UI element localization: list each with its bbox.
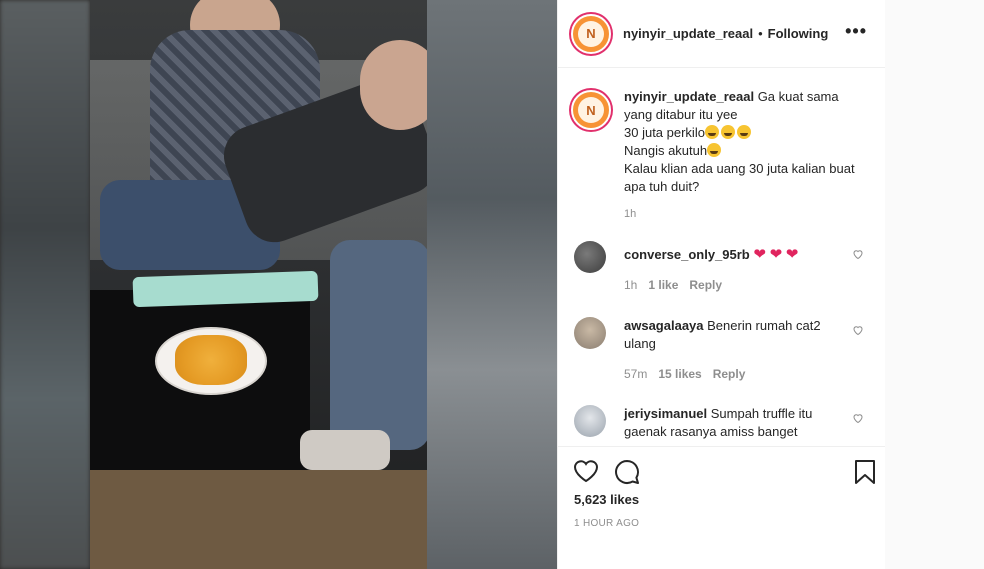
crying-emoji-icon — [720, 125, 735, 139]
like-comment-heart-icon[interactable] — [852, 412, 864, 424]
post-panel: N nyinyir_update_reaal • Following ••• N… — [557, 0, 886, 569]
avatar-initial: N — [578, 20, 604, 47]
header-username[interactable]: nyinyir_update_reaal — [623, 26, 753, 41]
save-bookmark-icon[interactable] — [854, 459, 876, 485]
comments-list[interactable]: N nyinyir_update_reaal Ga kuat sama yang… — [558, 69, 886, 446]
video-second-person-legs — [330, 240, 430, 450]
header-separator: • — [758, 26, 763, 41]
reply-button[interactable]: Reply — [713, 365, 746, 383]
comment-avatar[interactable] — [574, 405, 606, 437]
page-gutter — [885, 0, 984, 569]
caption-body: nyinyir_update_reaal Ga kuat sama yang d… — [624, 88, 864, 223]
heart-emoji-icon: ❤ — [769, 246, 783, 263]
crying-emoji-icon — [736, 125, 751, 139]
crying-emoji-icon — [704, 125, 719, 139]
caption-time[interactable]: 1h — [624, 205, 864, 223]
caption-username[interactable]: nyinyir_update_reaal — [624, 89, 754, 104]
like-heart-icon[interactable] — [573, 459, 599, 483]
comment-body: jeriysimanuel Sumpah truffle itu gaenak … — [624, 405, 839, 441]
video-food — [175, 335, 247, 385]
post-caption: N nyinyir_update_reaal Ga kuat sama yang… — [558, 69, 886, 223]
caption-line-2: 30 juta perkilo — [624, 125, 705, 140]
like-comment-heart-icon[interactable] — [852, 248, 864, 260]
comment-meta: 1h 1 like Reply — [624, 276, 839, 294]
comment-time[interactable]: 57m — [624, 365, 647, 383]
comment-likes[interactable]: 1 like — [648, 276, 678, 294]
caption-line-3: Nangis akutuh — [624, 143, 708, 158]
heart-emoji-icon: ❤ — [753, 246, 766, 263]
caption-line-4: Kalau klian ada uang 30 juta kalian buat… — [624, 161, 855, 194]
comment-item: jeriysimanuel Sumpah truffle itu gaenak … — [558, 405, 886, 441]
more-options-icon[interactable]: ••• — [845, 22, 867, 40]
video-blur-right — [427, 0, 557, 569]
comment-username[interactable]: converse_only_95rb — [624, 247, 750, 262]
likes-count[interactable]: 5,623 likes — [574, 492, 639, 507]
video-shoe — [300, 430, 390, 470]
comment-meta: 57m 15 likes Reply — [624, 365, 839, 383]
crying-emoji-icon — [707, 143, 722, 157]
action-icons — [558, 447, 886, 493]
comment-item: converse_only_95rb ❤ ❤ ❤ 1h 1 like Reply — [558, 241, 886, 294]
comment-bubble-icon[interactable] — [614, 459, 640, 485]
post-header: N nyinyir_update_reaal • Following ••• — [558, 0, 885, 68]
comment-body: awsagalaaya Benerin rumah cat2 ulang 57m… — [624, 317, 839, 383]
header-avatar[interactable]: N — [571, 13, 611, 54]
post-actions: 5,623 likes 1 HOUR AGO — [558, 446, 886, 569]
comment-likes[interactable]: 15 likes — [658, 365, 701, 383]
like-comment-heart-icon[interactable] — [852, 324, 864, 336]
comment-body: converse_only_95rb ❤ ❤ ❤ 1h 1 like Reply — [624, 241, 839, 294]
post-video[interactable] — [0, 0, 557, 569]
video-floor — [90, 470, 427, 569]
heart-emoji-icon: ❤ — [785, 246, 799, 263]
comment-avatar[interactable] — [574, 317, 606, 349]
comment-avatar[interactable] — [574, 241, 606, 273]
comment-time[interactable]: 1h — [624, 276, 637, 294]
comment-item: awsagalaaya Benerin rumah cat2 ulang 57m… — [558, 317, 886, 383]
reply-button[interactable]: Reply — [689, 276, 722, 294]
comment-username[interactable]: awsagalaaya — [624, 318, 704, 333]
video-blur-left — [0, 0, 90, 569]
post-timestamp[interactable]: 1 HOUR AGO — [574, 518, 639, 529]
comment-username[interactable]: jeriysimanuel — [624, 406, 707, 421]
caption-avatar[interactable]: N — [571, 90, 611, 130]
following-button[interactable]: Following — [768, 26, 829, 41]
avatar-initial: N — [578, 97, 604, 123]
